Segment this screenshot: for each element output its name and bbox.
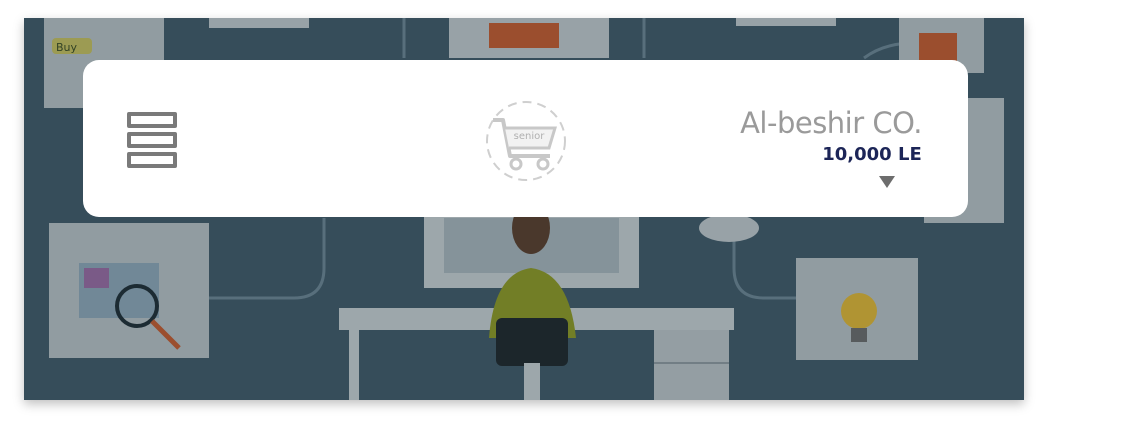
header-card: senior Al-beshir CO. 10,000 LE [83, 60, 968, 217]
shopping-cart-icon[interactable]: senior [483, 98, 569, 184]
menu-icon[interactable] [127, 112, 177, 168]
company-name: Al-beshir CO. [740, 106, 922, 140]
caret-down-icon[interactable] [879, 176, 895, 188]
account-selector[interactable]: Al-beshir CO. 10,000 LE [682, 106, 923, 188]
balance-amount: 10,000 LE [822, 144, 922, 165]
logo-text: senior [514, 131, 546, 142]
